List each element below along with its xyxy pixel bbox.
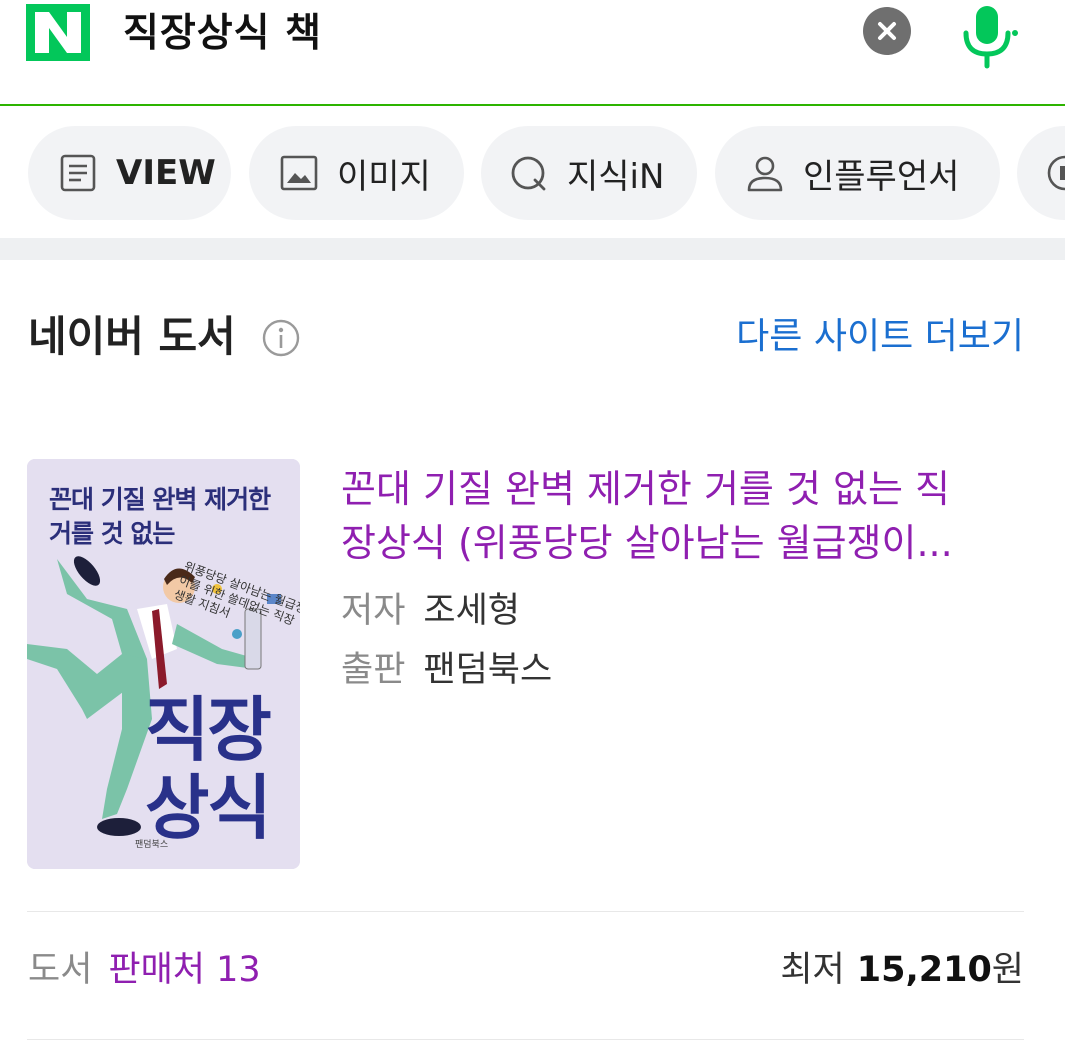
naver-logo[interactable] — [26, 4, 90, 61]
search-query-input[interactable]: 직장상식 책 — [123, 6, 322, 62]
tab-influencer-label: 인플루언서 — [803, 156, 960, 197]
tab-view[interactable]: VIEW — [28, 126, 231, 220]
sellers-count: 판매처 13 — [108, 950, 261, 990]
naver-n-icon — [35, 12, 81, 53]
book-author-row: 저자 조세형 — [341, 586, 520, 636]
tab-more[interactable] — [1017, 126, 1065, 220]
cover-publisher-mark: 팬덤북스 — [135, 840, 169, 850]
more-icon — [1047, 155, 1065, 191]
category-label: 도서 — [28, 950, 93, 990]
tab-kin[interactable]: 지식iN — [481, 126, 697, 220]
author-label: 저자 — [341, 591, 406, 631]
tab-influencer[interactable]: 인플루언서 — [715, 126, 1000, 220]
author-value[interactable]: 조세형 — [423, 591, 520, 631]
person-icon — [747, 156, 783, 192]
tab-view-label: VIEW — [116, 153, 216, 193]
divider-line — [27, 1039, 1024, 1040]
cover-big-line-1: 직장 — [145, 689, 272, 771]
tab-image-label: 이미지 — [337, 156, 431, 197]
q-icon — [511, 156, 546, 191]
voice-search-button[interactable] — [958, 0, 1018, 70]
more-sites-link[interactable]: 다른 사이트 더보기 — [736, 312, 1024, 362]
divider-line — [27, 911, 1024, 912]
cover-big-line-2: 상식 — [145, 767, 272, 849]
book-title-line-1: 꼰대 기질 완벽 제거한 거를 것 없는 직 — [341, 467, 950, 511]
price-label: 최저 — [780, 950, 845, 990]
seller-info[interactable]: 도서 판매처 13 — [28, 945, 261, 995]
price-value: 15,210 — [856, 950, 992, 990]
cover-title-small: 꼰대 기질 완벽 제거한 거를 것 없는 — [49, 483, 271, 551]
tab-kin-label: 지식iN — [567, 156, 665, 197]
image-icon — [280, 155, 318, 191]
section-divider — [0, 238, 1065, 260]
book-publisher-row: 출판 팬덤북스 — [341, 645, 552, 695]
price-currency: 원 — [991, 950, 1024, 990]
book-title-link[interactable]: 꼰대 기질 완벽 제거한 거를 것 없는 직 장상식 (위풍당당 살아남는 월급… — [341, 462, 1021, 570]
lowest-price[interactable]: 최저 15,210원 — [780, 945, 1024, 995]
search-tabs: VIEW 이미지 지식iN 인플루언서 — [0, 106, 1065, 238]
tab-image[interactable]: 이미지 — [249, 126, 464, 220]
clear-search-button[interactable] — [863, 7, 911, 55]
book-title-line-2: 장상식 (위풍당당 살아남는 월급쟁이... — [341, 521, 953, 565]
publisher-value[interactable]: 팬덤북스 — [423, 650, 552, 690]
publisher-label: 출판 — [341, 650, 406, 690]
search-bar: 직장상식 책 — [0, 0, 1065, 106]
cover-title-line-2: 거를 것 없는 — [49, 519, 175, 548]
microphone-icon — [963, 6, 1018, 69]
cover-title-big: 직장 상식 — [145, 689, 272, 849]
book-cover-image[interactable]: 꼰대 기질 완벽 제거한 거를 것 없는 위풍당당 살아남는 월급쟁이를 위한 … — [27, 459, 300, 869]
section-title: 네이버 도서 — [28, 312, 236, 361]
document-icon — [60, 154, 96, 192]
cover-title-line-1: 꼰대 기질 완벽 제거한 — [49, 485, 271, 514]
close-icon — [878, 22, 896, 40]
info-icon[interactable] — [261, 318, 301, 358]
